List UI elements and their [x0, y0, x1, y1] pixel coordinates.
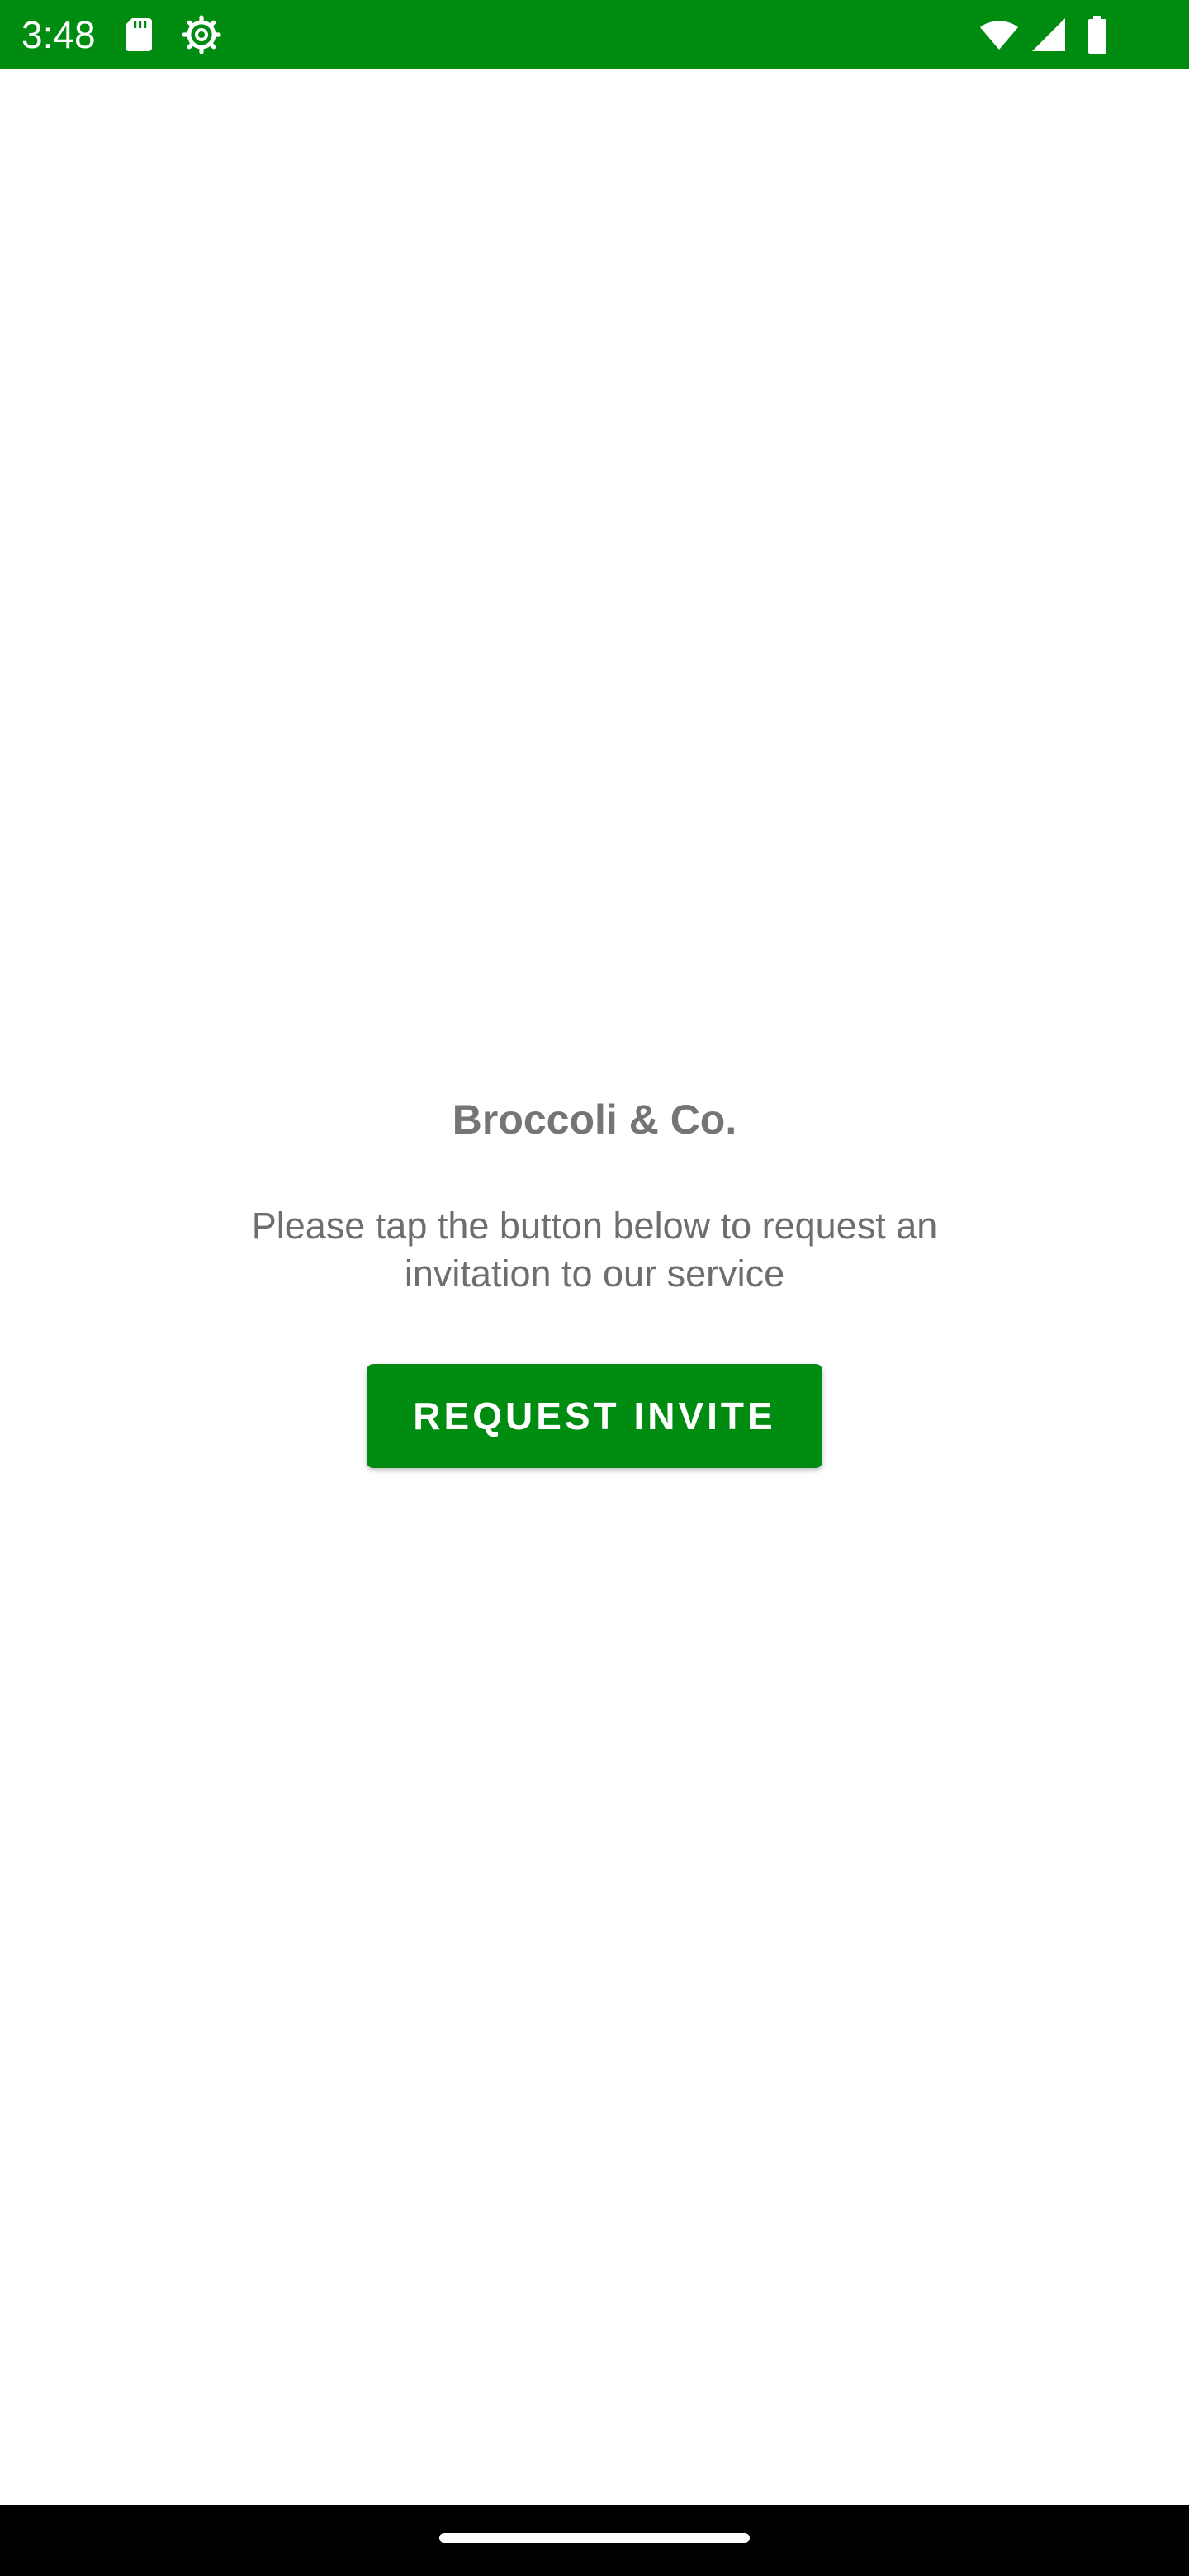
navigation-bar — [0, 2505, 1189, 2576]
battery-icon — [1088, 16, 1106, 54]
request-invite-button[interactable]: REQUEST INVITE — [367, 1364, 822, 1468]
status-time: 3:48 — [21, 13, 96, 56]
settings-icon — [182, 15, 221, 54]
signal-icon — [1032, 18, 1065, 51]
home-gesture-handle[interactable] — [439, 2533, 750, 2543]
invite-description: Please tap the button below to request a… — [251, 1205, 938, 1295]
main-content: Broccoli & Co. Please tap the button bel… — [0, 69, 1189, 2505]
sd-card-icon — [126, 18, 152, 51]
app-screen: 3:48 Broccoli & Co. Please tap the butto… — [0, 0, 1189, 2576]
app-title: Broccoli & Co. — [452, 1096, 737, 1143]
wifi-icon — [980, 21, 1018, 50]
status-bar: 3:48 — [0, 0, 1189, 69]
